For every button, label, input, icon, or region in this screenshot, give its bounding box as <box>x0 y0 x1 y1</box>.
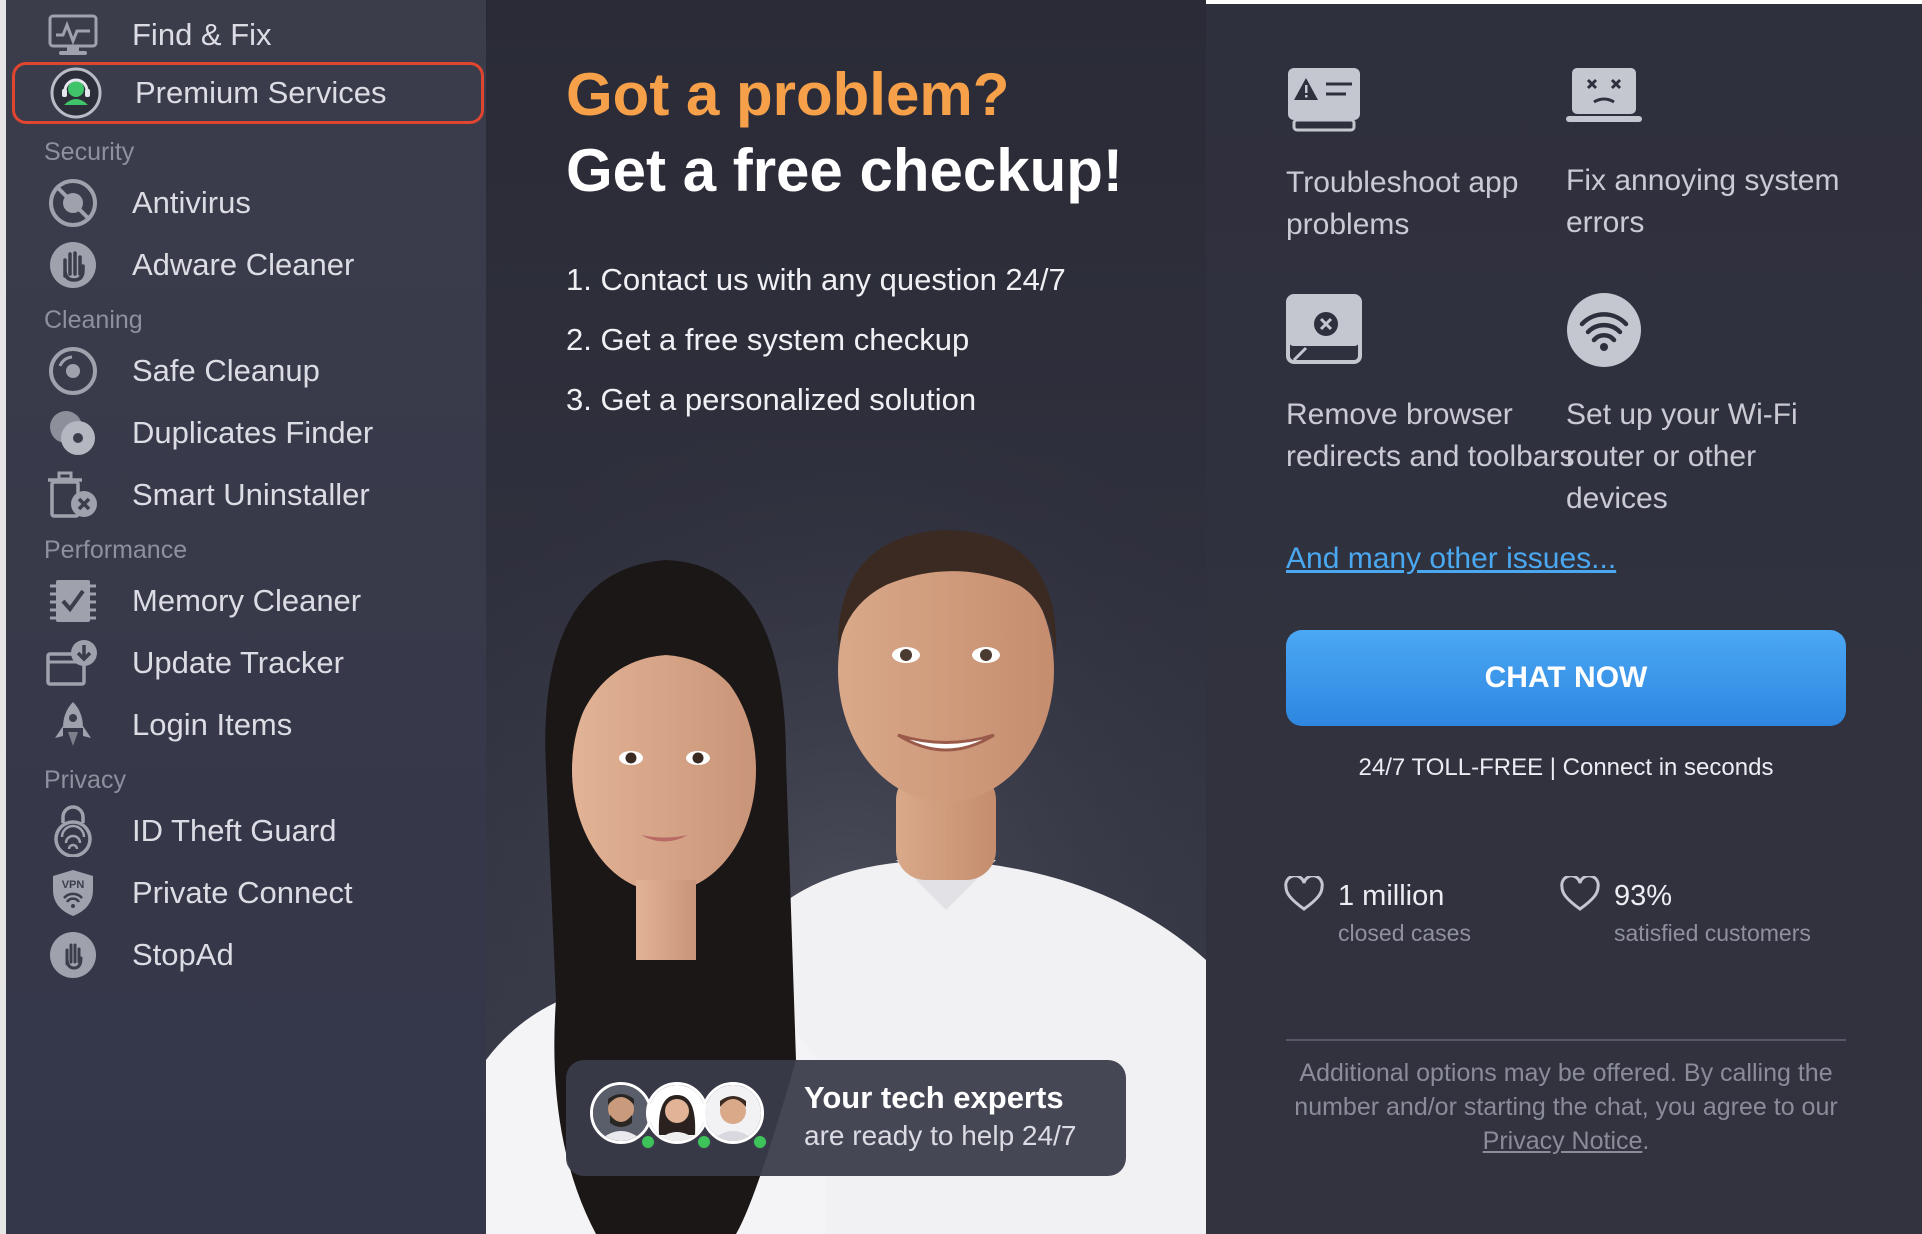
section-privacy: Privacy <box>44 766 126 794</box>
online-status-dot <box>696 1134 712 1150</box>
sidebar-item-id-theft-guard[interactable]: ID Theft Guard <box>12 800 484 862</box>
stat-value: 1 million <box>1338 880 1445 912</box>
sidebar-item-premium-services[interactable]: Premium Services <box>12 62 484 124</box>
sidebar-item-memory-cleaner[interactable]: Memory Cleaner <box>12 570 484 632</box>
sidebar-item-label: Login Items <box>132 707 293 742</box>
browser-close-icon <box>1286 294 1362 364</box>
sidebar-item-label: Smart Uninstaller <box>132 477 370 512</box>
stat-label: satisfied customers <box>1614 920 1811 946</box>
heart-icon <box>1560 876 1600 911</box>
online-status-dot <box>752 1134 768 1150</box>
sidebar-item-smart-uninstaller[interactable]: Smart Uninstaller <box>12 464 484 526</box>
monitor-icon <box>46 8 100 62</box>
sidebar-item-adware-cleaner[interactable]: Adware Cleaner <box>12 234 484 296</box>
stat-label: closed cases <box>1338 920 1471 946</box>
sidebar-item-label: Antivirus <box>132 185 251 220</box>
heart-icon <box>1284 876 1324 911</box>
feature-text: Fix annoying system errors <box>1566 164 1840 239</box>
sidebar-item-label: ID Theft Guard <box>132 813 337 848</box>
promo-panel: Got a problem? Get a free checkup! 1. Co… <box>486 0 1206 1234</box>
sidebar-item-private-connect[interactable]: VPN Private Connect <box>12 862 484 924</box>
sidebar-item-duplicates-finder[interactable]: Duplicates Finder <box>12 402 484 464</box>
promo-headline: Got a problem? <box>566 61 1010 128</box>
trash-x-icon <box>46 468 100 522</box>
disclaimer: Additional options may be offered. By ca… <box>1280 1056 1852 1158</box>
divider <box>1286 1039 1846 1041</box>
sidebar-item-label: Adware Cleaner <box>132 247 355 282</box>
fingerprint-lock-icon <box>46 804 100 858</box>
sidebar-item-safe-cleanup[interactable]: Safe Cleanup <box>12 340 484 402</box>
section-cleaning: Cleaning <box>44 306 143 334</box>
rocket-icon <box>46 698 100 752</box>
promo-subheadline: Get a free checkup! <box>566 137 1123 204</box>
sidebar-item-label: Find & Fix <box>132 17 272 52</box>
virus-shield-icon <box>46 176 100 230</box>
hand-stop-icon <box>46 238 100 292</box>
sidebar-item-find-fix[interactable]: Find & Fix <box>12 4 484 66</box>
promo-step: 1. Contact us with any question 24/7 <box>566 262 1066 297</box>
privacy-notice-link[interactable]: Privacy Notice <box>1483 1127 1643 1155</box>
promo-step: 2. Get a free system checkup <box>566 322 970 357</box>
sidebar-item-label: Update Tracker <box>132 645 344 680</box>
disclaimer-text: Additional options may be offered. By ca… <box>1294 1059 1838 1121</box>
wifi-icon <box>1567 293 1641 367</box>
feature-text: Set up your Wi-Fi router or other device… <box>1566 398 1798 515</box>
sidebar-item-label: Duplicates Finder <box>132 415 374 450</box>
duplicate-discs-icon <box>46 406 100 460</box>
promo-step: 3. Get a personalized solution <box>566 382 977 417</box>
experts-subtitle: are ready to help 24/7 <box>804 1120 1077 1151</box>
help-panel: Troubleshoot app problems Fix annoying s… <box>1206 0 1922 1234</box>
sidebar-item-label: Safe Cleanup <box>132 353 320 388</box>
chat-now-button[interactable]: CHAT NOW <box>1286 630 1846 726</box>
online-status-dot <box>640 1134 656 1150</box>
sidebar-item-update-tracker[interactable]: Update Tracker <box>12 632 484 694</box>
sidebar-item-label: Memory Cleaner <box>132 583 362 618</box>
experts-card: Your tech experts are ready to help 24/7 <box>566 1060 1126 1176</box>
sidebar-item-login-items[interactable]: Login Items <box>12 694 484 756</box>
app-warning-icon <box>1288 68 1360 132</box>
experts-title: Your tech experts <box>804 1080 1064 1115</box>
sidebar-item-label: StopAd <box>132 937 234 972</box>
top-edge <box>1206 0 1922 4</box>
sidebar-item-label: Private Connect <box>132 875 353 910</box>
sidebar: Find & Fix Premium Services Security Ant… <box>0 0 486 1234</box>
vpn-shield-icon: VPN <box>46 866 100 920</box>
headset-icon <box>49 66 103 120</box>
feature-text: Troubleshoot app problems <box>1286 166 1519 241</box>
sidebar-item-stopad[interactable]: StopAd <box>12 924 484 986</box>
section-security: Security <box>44 138 135 166</box>
hand-circle-icon <box>46 928 100 982</box>
sad-laptop-icon <box>1566 68 1642 122</box>
more-issues-link[interactable]: And many other issues... <box>1286 542 1616 576</box>
svg-text:VPN: VPN <box>62 879 85 891</box>
disk-cleanup-icon <box>46 344 100 398</box>
stat-value: 93% <box>1614 880 1673 912</box>
sidebar-item-antivirus[interactable]: Antivirus <box>12 172 484 234</box>
memory-chip-icon <box>46 574 100 628</box>
feature-text: Remove browser redirects and toolbars <box>1286 398 1575 473</box>
sidebar-item-label: Premium Services <box>135 75 387 110</box>
download-box-icon <box>46 636 100 690</box>
tollfree-text: 24/7 TOLL-FREE | Connect in seconds <box>1358 754 1774 781</box>
section-performance: Performance <box>44 536 188 564</box>
disclaimer-end: . <box>1642 1127 1650 1155</box>
